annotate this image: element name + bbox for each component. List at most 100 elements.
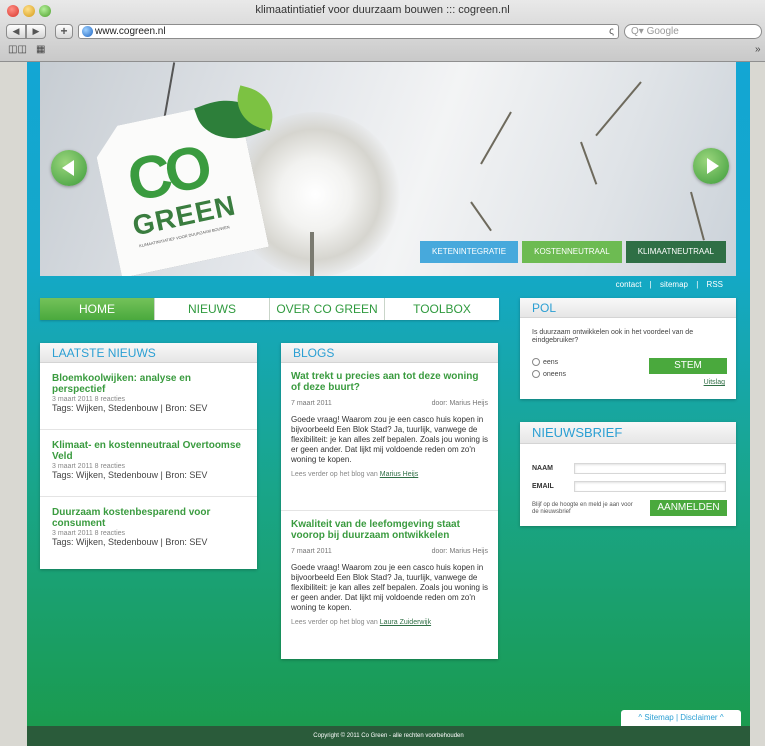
- news-item-title[interactable]: Bloemkoolwijken: analyse en perspectief: [52, 373, 245, 395]
- blog-item-excerpt: Goede vraag! Waarom zou je een casco hui…: [291, 563, 488, 612]
- blog-item-date: 7 maart 2011: [291, 400, 332, 407]
- news-item-tags: Tags: Wijken, Stedenbouw | Bron: SEV: [52, 403, 208, 413]
- copyright-text: Copyright © 2011 Co Green - alle rechten…: [313, 733, 464, 739]
- blog-item-author: door: Marius Heijs: [431, 548, 488, 555]
- news-item-title[interactable]: Duurzaam kostenbesparend voor consument: [52, 507, 245, 529]
- search-field[interactable]: Q▾ Google: [624, 24, 762, 39]
- poll-results-link[interactable]: Uitslag: [704, 379, 725, 386]
- seed-decoration: [690, 191, 705, 241]
- news-item-tags: Tags: Wijken, Stedenbouw | Bron: SEV: [52, 470, 208, 480]
- newsletter-panel: NIEUWSBRIEF NAAM EMAIL Blijf op de hoogt…: [520, 422, 736, 526]
- top-sites-icon[interactable]: ▦: [36, 44, 45, 55]
- news-item-meta: 3 maart 2011 8 reacties: [52, 463, 126, 470]
- arrow-left-icon: [62, 160, 74, 176]
- news-item: Klimaat- en kostenneutraal Overtoomse Ve…: [40, 430, 257, 497]
- news-item: Duurzaam kostenbesparend voor consument …: [40, 497, 257, 564]
- forward-button[interactable]: ▶: [26, 24, 46, 39]
- rss-link[interactable]: RSS: [707, 280, 723, 289]
- nav-toolbox[interactable]: TOOLBOX: [384, 298, 499, 320]
- blog-item-read-more: Lees verder op het blog van Marius Heijs: [291, 471, 488, 478]
- hero-prev-button[interactable]: [51, 150, 87, 186]
- dandelion-stem: [310, 232, 314, 276]
- search-icon: Q▾: [631, 26, 644, 37]
- window-title: klimaatintiatief voor duurzaam bouwen ::…: [255, 4, 510, 16]
- name-field[interactable]: [574, 463, 726, 474]
- hero-tab-klimaatneutraal[interactable]: KLIMAATNEUTRAAL: [625, 241, 726, 263]
- search-placeholder: Google: [646, 26, 679, 37]
- blog-item-title[interactable]: Kwaliteit van de leefomgeving staat voor…: [291, 519, 488, 541]
- blog-item: Wat trekt u precies aan tot deze woning …: [281, 363, 498, 511]
- name-label: NAAM: [532, 465, 553, 472]
- blog-item-date: 7 maart 2011: [291, 548, 332, 555]
- nav-home[interactable]: HOME: [40, 298, 154, 320]
- back-button[interactable]: ◀: [6, 24, 26, 39]
- hero-tabs: KETENINTEGRATIE KOSTENNEUTRAAL KLIMAATNE…: [420, 241, 726, 263]
- hero-next-button[interactable]: [693, 148, 729, 184]
- blog-author-link[interactable]: Laura Zuiderwijk: [380, 619, 431, 626]
- title-bar: klimaatintiatief voor duurzaam bouwen ::…: [0, 0, 765, 22]
- browser-chrome: klimaatintiatief voor duurzaam bouwen ::…: [0, 0, 765, 62]
- seed-decoration: [470, 201, 492, 232]
- page-background: CO GREEN KLIMAATINITIATIEF VOOR DUURZAAM…: [0, 62, 765, 746]
- utility-links: contact | sitemap | RSS: [613, 280, 726, 289]
- reading-list-icon[interactable]: ◫◫: [8, 44, 27, 55]
- reload-icon[interactable]: ς: [609, 25, 614, 38]
- blog-item: Kwaliteit van de leefomgeving staat voor…: [281, 511, 498, 659]
- seed-decoration: [580, 141, 598, 185]
- news-item: Bloemkoolwijken: analyse en perspectief …: [40, 363, 257, 430]
- blog-item-title[interactable]: Wat trekt u precies aan tot deze woning …: [291, 371, 488, 393]
- footer-links[interactable]: ^ Sitemap | Disclaimer ^: [621, 710, 741, 726]
- radio-icon[interactable]: [532, 358, 540, 366]
- separator: |: [649, 280, 652, 289]
- footer-bar: Copyright © 2011 Co Green - alle rechten…: [27, 726, 750, 746]
- news-item-meta: 3 maart 2011 8 reacties: [52, 396, 126, 403]
- poll-option-oneens[interactable]: oneens: [532, 370, 566, 378]
- blog-item-meta: 7 maart 2011 door: Marius Heijs: [291, 548, 488, 555]
- newsletter-note: Blijf op de hoogte en meld je aan voor d…: [532, 502, 633, 515]
- hero-tab-ketenintegratie[interactable]: KETENINTEGRATIE: [420, 241, 519, 263]
- vote-button[interactable]: STEM: [649, 358, 727, 374]
- email-label: EMAIL: [532, 483, 554, 490]
- browser-toolbar: ◀ ▶ + www.cogreen.nl ς Q▾ Google: [0, 22, 765, 42]
- latest-news-panel: LAATSTE NIEUWS Bloemkoolwijken: analyse …: [40, 343, 257, 569]
- blog-item-read-more: Lees verder op het blog van Laura Zuider…: [291, 619, 488, 626]
- add-bookmark-button[interactable]: +: [55, 24, 73, 39]
- poll-option-label: eens: [543, 359, 559, 366]
- blog-author-link[interactable]: Marius Heijs: [380, 471, 419, 478]
- bookmarks-overflow-icon[interactable]: »: [755, 44, 761, 55]
- blogs-title: BLOGS: [281, 343, 498, 363]
- separator: |: [696, 280, 699, 289]
- blog-item-meta: 7 maart 2011 door: Marius Heijs: [291, 400, 488, 407]
- poll-option-label: oneens: [543, 371, 566, 378]
- globe-icon: [82, 26, 93, 37]
- hero-tab-kostenneutraal[interactable]: KOSTENNEUTRAAL: [522, 241, 622, 263]
- nav-over-co-green[interactable]: OVER CO GREEN: [269, 298, 384, 320]
- address-bar[interactable]: www.cogreen.nl ς: [78, 24, 619, 39]
- poll-panel: POL Is duurzaam ontwikkelen ook in het v…: [520, 298, 736, 399]
- poll-option-eens[interactable]: eens: [532, 358, 558, 366]
- news-item-meta: 3 maart 2011 8 reacties: [52, 530, 126, 537]
- news-item-tags: Tags: Wijken, Stedenbouw | Bron: SEV: [52, 537, 208, 547]
- email-field[interactable]: [574, 481, 726, 492]
- seed-decoration: [595, 81, 642, 137]
- main-navigation: HOME NIEUWS OVER CO GREEN TOOLBOX: [40, 298, 499, 320]
- nav-nieuws[interactable]: NIEUWS: [154, 298, 269, 320]
- bookmarks-bar: ◫◫ ▦ »: [0, 42, 765, 60]
- poll-question: Is duurzaam ontwikkelen ook in het voord…: [532, 329, 694, 344]
- sitemap-link[interactable]: sitemap: [660, 280, 688, 289]
- radio-icon[interactable]: [532, 370, 540, 378]
- newsletter-title: NIEUWSBRIEF: [520, 422, 736, 444]
- arrow-right-icon: [707, 158, 719, 174]
- subscribe-button[interactable]: AANMELDEN: [650, 500, 727, 516]
- read-more-prefix: Lees verder op het blog van: [291, 471, 380, 478]
- contact-link[interactable]: contact: [616, 280, 642, 289]
- blog-item-excerpt: Goede vraag! Waarom zou je een casco hui…: [291, 415, 488, 464]
- poll-title: POL: [520, 298, 736, 318]
- blog-item-author: door: Marius Heijs: [431, 400, 488, 407]
- news-item-title[interactable]: Klimaat- en kostenneutraal Overtoomse Ve…: [52, 440, 245, 462]
- address-bar-text: www.cogreen.nl: [95, 26, 166, 37]
- tag-string: [162, 62, 176, 122]
- site-container: CO GREEN KLIMAATINITIATIEF VOOR DUURZAAM…: [27, 62, 750, 746]
- latest-news-title: LAATSTE NIEUWS: [40, 343, 257, 363]
- seed-decoration: [480, 111, 512, 165]
